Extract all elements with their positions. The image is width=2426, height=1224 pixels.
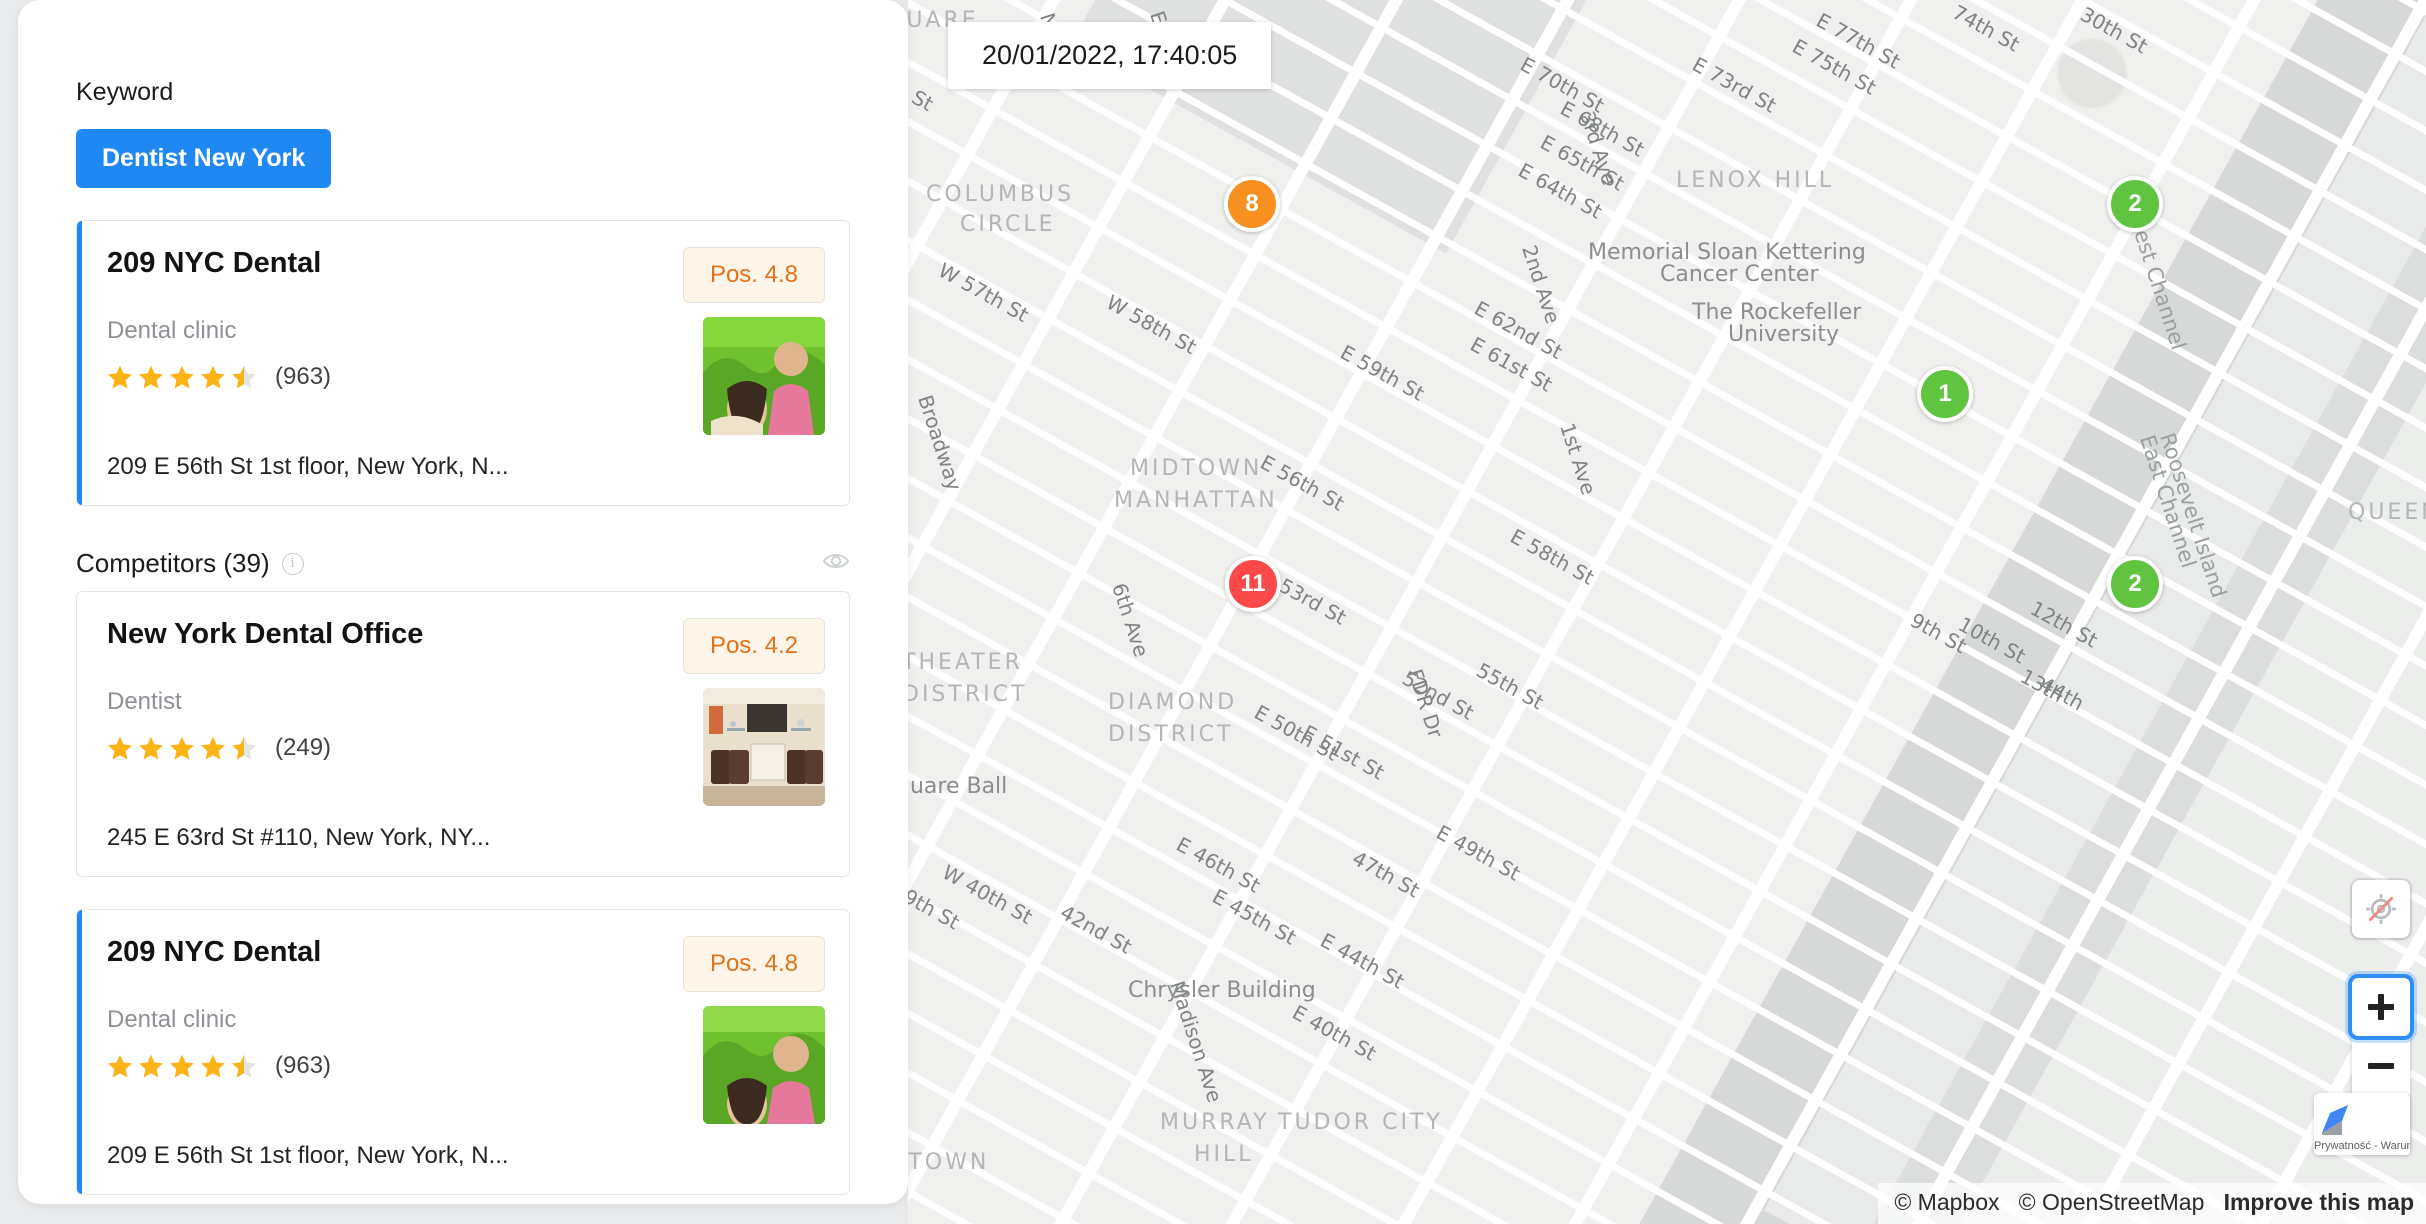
rating-row: (963): [107, 363, 703, 391]
card-body: Dental clinic (963) 209 E 56th St 1st fl…: [107, 992, 825, 1170]
star-icon: [201, 736, 225, 760]
map-label: QUEEN: [2348, 500, 2426, 525]
map-label: DISTRICT: [908, 682, 1028, 707]
competitors-list: New York Dental Office Pos. 4.2 Dentist …: [76, 591, 850, 1195]
eye-icon[interactable]: [822, 551, 850, 576]
star-rating: [107, 735, 257, 761]
star-rating: [107, 364, 257, 390]
map-label: DISTRICT: [1108, 722, 1234, 747]
improve-this-map-link[interactable]: Improve this map: [2224, 1189, 2414, 1215]
map-label: MIDTOWN: [1130, 456, 1263, 481]
primary-business-card[interactable]: 209 NYC Dental Pos. 4.8 Dental clinic (9…: [76, 220, 850, 506]
business-address: 209 E 56th St 1st floor, New York, N...: [107, 1142, 509, 1169]
map-marker[interactable]: 2: [2107, 176, 2163, 232]
star-icon: [201, 1054, 225, 1078]
card-header: New York Dental Office Pos. 4.2: [107, 618, 825, 674]
map-label: MANHATTAN: [1114, 488, 1278, 513]
geolocate-disabled-icon: [2366, 894, 2396, 924]
position-badge[interactable]: Pos. 4.8: [682, 936, 825, 992]
business-name: 209 NYC Dental: [107, 936, 322, 968]
competitor-card[interactable]: New York Dental Office Pos. 4.2 Dentist …: [76, 591, 850, 877]
map-label: CIRCLE: [960, 212, 1056, 237]
openstreetmap-link[interactable]: © OpenStreetMap: [2019, 1189, 2205, 1215]
map-marker[interactable]: 1: [1917, 366, 1973, 422]
card-header: 209 NYC Dental Pos. 4.8: [107, 936, 825, 992]
map-timestamp: 20/01/2022, 17:40:05: [948, 22, 1272, 89]
results-panel: Keyword Dentist New York 209 NYC Dental …: [18, 0, 908, 1204]
map-marker[interactable]: 11: [1225, 556, 1281, 612]
geolocate-button[interactable]: [2352, 880, 2410, 938]
zoom-in-button[interactable]: [2348, 974, 2414, 1040]
map-label: THEATER: [908, 650, 1023, 675]
mapbox-link[interactable]: © Mapbox: [1894, 1189, 1999, 1215]
badge-separator: -: [2373, 1140, 2378, 1152]
google-privacy-badge[interactable]: Prywatność - Warunki: [2314, 1093, 2410, 1155]
map-canvas[interactable]: QUARENinthEighthth StCOLUMBUSCIRCLEW 57t…: [908, 0, 2426, 1224]
zoom-out-button[interactable]: [2352, 1036, 2410, 1094]
privacy-link[interactable]: Prywatność: [2314, 1140, 2371, 1152]
map-label: Cancer Center: [1660, 262, 1819, 287]
star-icon: [170, 365, 194, 389]
star-icon: [108, 736, 132, 760]
business-category: Dental clinic: [107, 317, 237, 344]
business-category: Dentist: [107, 688, 182, 715]
star-icon: [139, 365, 163, 389]
business-address: 245 E 63rd St #110, New York, NY...: [107, 824, 491, 851]
star-icon: [170, 736, 194, 760]
business-category: Dental clinic: [107, 1006, 237, 1033]
minus-icon: [2368, 1062, 2394, 1069]
google-badge-text: Prywatność - Warunki: [2314, 1140, 2410, 1152]
competitor-card[interactable]: 209 NYC Dental Pos. 4.8 Dental clinic (9…: [76, 909, 850, 1195]
business-address: 209 E 56th St 1st floor, New York, N...: [107, 453, 509, 480]
info-icon[interactable]: i: [281, 552, 304, 575]
map-label: Chrysler Building: [1128, 978, 1316, 1003]
business-thumbnail[interactable]: [703, 1006, 825, 1124]
terms-link[interactable]: Warunki: [2381, 1140, 2410, 1152]
keyword-label: Keyword: [76, 78, 174, 106]
rating-row: (249): [107, 734, 703, 762]
map-marker[interactable]: 2: [2107, 556, 2163, 612]
map-label: University: [1728, 322, 1839, 347]
star-icon: [108, 365, 132, 389]
map-marker[interactable]: 8: [1224, 176, 1280, 232]
star-icon: [108, 1054, 132, 1078]
map-label: ATOWN: [908, 1150, 990, 1175]
card-header: 209 NYC Dental Pos. 4.8: [107, 247, 825, 303]
rating-row: (963): [107, 1052, 703, 1080]
map-label: COLUMBUS: [926, 182, 1075, 207]
business-name: 209 NYC Dental: [107, 247, 322, 279]
star-icon: [139, 736, 163, 760]
card-body: Dentist (249) 245 E 63rd St #110, New Yo…: [107, 674, 825, 852]
position-badge[interactable]: Pos. 4.8: [682, 247, 825, 303]
business-thumbnail[interactable]: [703, 317, 825, 435]
star-icon: [139, 1054, 163, 1078]
map-attribution: © Mapbox © OpenStreetMap Improve this ma…: [1878, 1183, 2426, 1224]
business-thumbnail[interactable]: [703, 688, 825, 806]
star-icon: [201, 365, 225, 389]
star-rating: [107, 1053, 257, 1079]
competitors-header: Competitors (39) i: [76, 548, 850, 579]
star-icon: [232, 736, 256, 760]
review-count: (249): [275, 734, 332, 761]
card-body: Dental clinic (963) 209 E 56th St 1st fl…: [107, 303, 825, 481]
keyword-chip[interactable]: Dentist New York: [76, 129, 332, 188]
google-logo-icon: [2322, 1105, 2348, 1135]
star-icon: [232, 1054, 256, 1078]
map-label: LENOX HILL: [1676, 168, 1835, 193]
map-label: HILL: [1194, 1142, 1254, 1167]
review-count: (963): [275, 1052, 332, 1079]
business-name: New York Dental Office: [107, 618, 424, 650]
competitors-title: Competitors (39): [76, 548, 270, 578]
map-label: MURRAY: [1160, 1110, 1270, 1135]
map-label: TUDOR CITY: [1278, 1110, 1443, 1135]
position-badge[interactable]: Pos. 4.2: [682, 618, 825, 674]
star-icon: [232, 365, 256, 389]
star-icon: [170, 1054, 194, 1078]
review-count: (963): [275, 363, 332, 390]
app-root: QUARENinthEighthth StCOLUMBUSCIRCLEW 57t…: [0, 0, 2426, 1224]
map-label: DIAMOND: [1108, 690, 1238, 715]
map-label: quare Ball: [908, 774, 1008, 799]
